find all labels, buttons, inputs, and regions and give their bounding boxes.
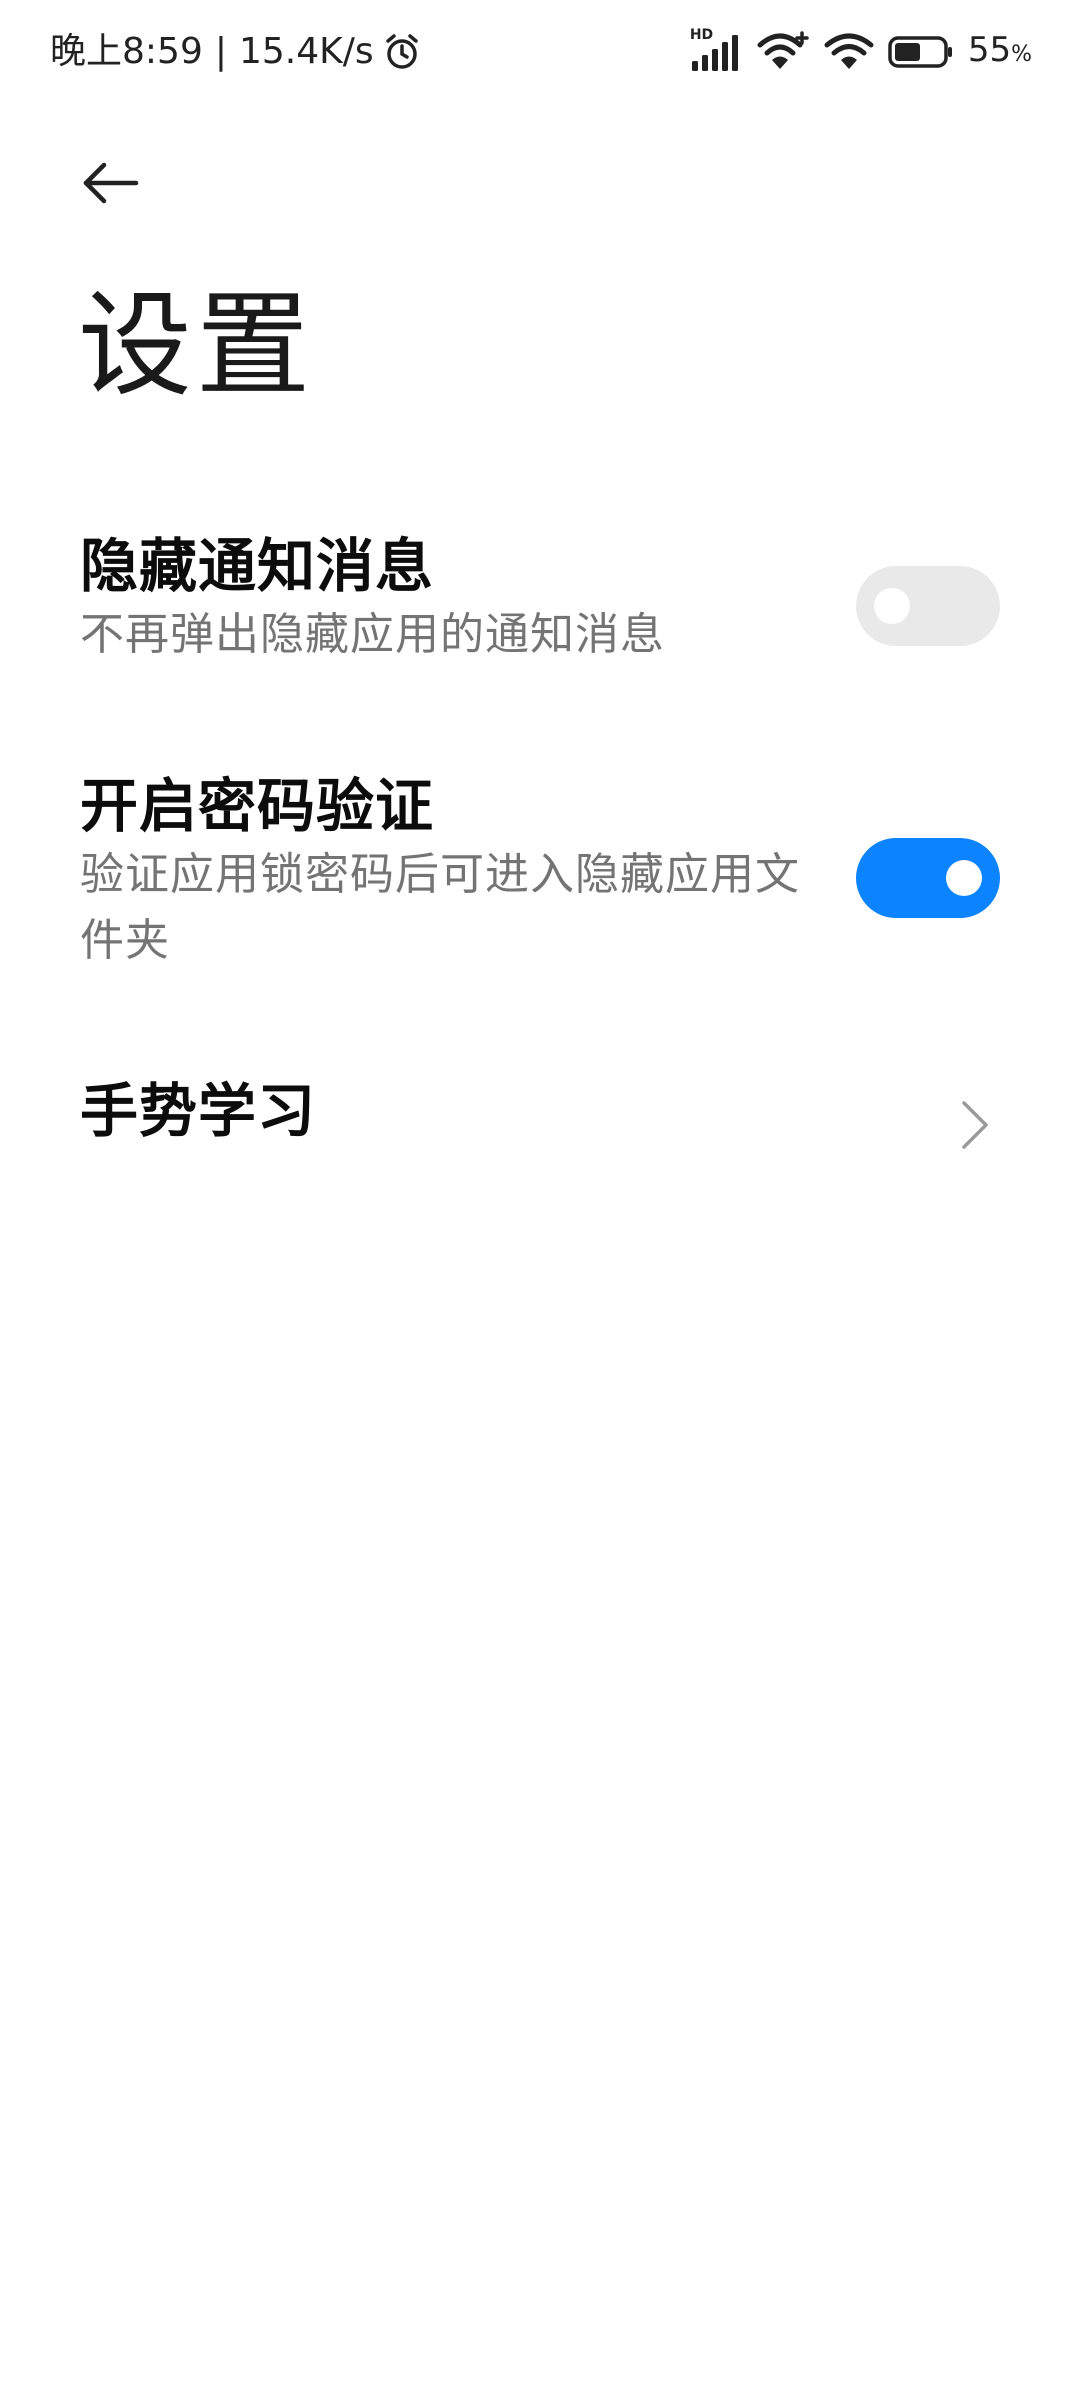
page-title: 设置 [78, 279, 315, 412]
hidden-notifications-toggle[interactable] [856, 566, 1000, 646]
battery-percent-unit: % [1011, 41, 1032, 67]
battery-percent-value: 55 [967, 29, 1012, 70]
battery-icon [888, 35, 954, 69]
chevron-right-icon [954, 1095, 994, 1155]
setting-title: 手势学习 [80, 1077, 317, 1145]
status-time: 晚上8:59 [50, 31, 203, 72]
wifi-plus-icon [756, 31, 810, 73]
password-verification-toggle[interactable] [856, 838, 1000, 918]
alarm-clock-icon [382, 32, 422, 72]
cellular-signal-icon: HD [690, 27, 742, 73]
back-button[interactable] [70, 145, 150, 225]
settings-screen: 晚上8:59 | 15.4K/s HD 55% 设置 隐藏通知消息 不再弹出隐藏… [0, 0, 1080, 2400]
setting-hidden-notifications[interactable]: 隐藏通知消息 不再弹出隐藏应用的通知消息 [80, 530, 1000, 690]
setting-subtitle: 不再弹出隐藏应用的通知消息 [80, 609, 665, 660]
toggle-knob [946, 860, 982, 896]
status-separator: | [214, 31, 227, 72]
battery-percent: 55% [968, 26, 1032, 79]
toggle-knob [874, 588, 910, 624]
setting-password-verification[interactable]: 开启密码验证 验证应用锁密码后可进入隐藏应用文件夹 [80, 770, 1000, 990]
status-left: 晚上8:59 | 15.4K/s [50, 28, 422, 76]
wifi-icon [824, 31, 874, 73]
setting-gesture-learning[interactable]: 手势学习 [80, 1075, 1000, 1165]
status-right: HD 55% [690, 26, 1032, 79]
status-bar: 晚上8:59 | 15.4K/s HD 55% [0, 0, 1080, 100]
setting-title: 开启密码验证 [80, 772, 435, 840]
setting-subtitle: 验证应用锁密码后可进入隐藏应用文件夹 [80, 849, 800, 966]
network-speed: 15.4K/s [238, 31, 374, 72]
arrow-left-icon [78, 159, 142, 211]
